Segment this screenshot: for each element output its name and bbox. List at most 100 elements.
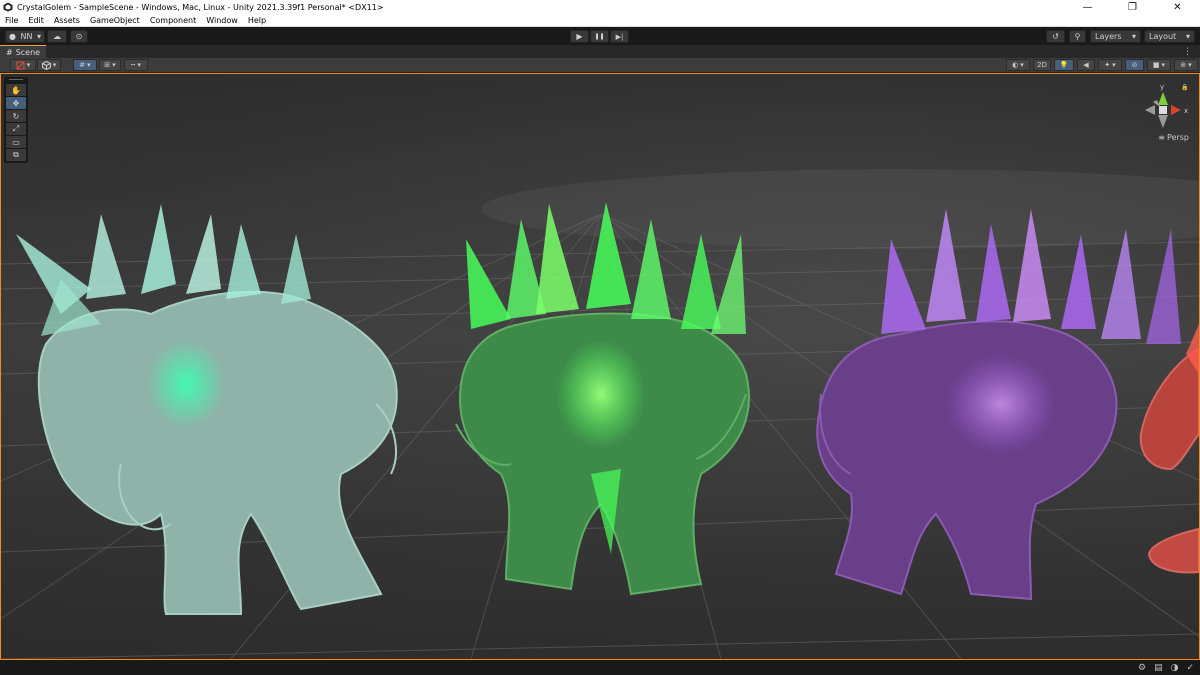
menu-window[interactable]: Window [201, 16, 243, 25]
chevron-down-icon: ▾ [1131, 32, 1136, 41]
tab-scene[interactable]: # Scene [0, 45, 47, 58]
menu-file[interactable]: File [0, 16, 23, 25]
restore-button[interactable]: ❐ [1110, 0, 1155, 14]
scene-tab-label: Scene [15, 47, 41, 57]
scale-tool[interactable]: ⤢ [6, 123, 26, 135]
snap-icon: ⊞ [104, 61, 111, 69]
scene-render [1, 74, 1199, 659]
chevron-down-icon: ▾ [1112, 61, 1116, 69]
gizmo-center-cube[interactable] [1159, 106, 1167, 114]
debug-icon[interactable]: ⚙ [1138, 663, 1146, 673]
audio-toggle[interactable]: ◀ [1077, 59, 1095, 71]
perspective-icon: ≡ [1158, 133, 1165, 142]
collab-button[interactable]: ⊙ [70, 30, 88, 43]
sphere-icon: ◐ [1012, 61, 1019, 69]
gizmo-neg-y-cone[interactable] [1158, 115, 1168, 128]
menu-bar: File Edit Assets GameObject Component Wi… [0, 14, 1200, 27]
title-bar: CrystalGolem - SampleScene - Windows, Ma… [0, 0, 1200, 14]
layout-dropdown[interactable]: Layout ▾ [1144, 30, 1195, 43]
play-button[interactable]: ▶ [570, 30, 589, 43]
rotate-icon: ↻ [12, 111, 20, 121]
chevron-down-icon: ▾ [1020, 61, 1024, 69]
draw-mode-icon [16, 61, 25, 69]
gizmo-axes: y x 🔒 [1145, 83, 1188, 128]
account-dropdown[interactable]: ● NN ▾ [5, 30, 45, 43]
effects-icon: ✦ [1104, 61, 1111, 69]
play-icon: ▶ [576, 32, 583, 41]
layout-label: Layout [1149, 32, 1177, 41]
close-button[interactable]: ✕ [1155, 0, 1200, 14]
chevron-down-icon: ▾ [1185, 32, 1190, 41]
lock-icon[interactable]: 🔒 [1181, 83, 1188, 91]
transform-icon: ⧉ [13, 150, 19, 159]
collab-icon: ⊙ [75, 32, 83, 41]
gizmo-neg-x-cone[interactable] [1145, 105, 1155, 115]
unity-logo-icon [3, 2, 13, 12]
chevron-down-icon: ▾ [112, 61, 116, 69]
menu-edit[interactable]: Edit [23, 16, 49, 25]
layers-dropdown[interactable]: Layers ▾ [1090, 30, 1141, 43]
scene-viewport[interactable]: ✋ ✥ ↻ ⤢ ▭ ⧉ y x 🔒 ≡ Persp [0, 73, 1200, 660]
chevron-down-icon: ▾ [36, 32, 41, 41]
menu-gameobject[interactable]: GameObject [85, 16, 145, 25]
lighting-toggle[interactable]: 💡 [1054, 59, 1074, 71]
bug-icon[interactable]: ✓ [1186, 663, 1194, 673]
history-icon: ↺ [1052, 32, 1059, 41]
render-mode-dropdown[interactable]: ◐ ▾ [1006, 59, 1030, 71]
toggle-2d-button[interactable]: 2D [1033, 59, 1051, 71]
projection-toggle[interactable]: ≡ Persp [1158, 133, 1189, 142]
eye-slash-icon: ⊘ [1131, 61, 1138, 69]
rect-tool[interactable]: ▭ [6, 136, 26, 148]
step-button[interactable]: ▶| [610, 30, 629, 43]
minimize-button[interactable]: — [1065, 0, 1110, 14]
undo-history-button[interactable]: ↺ [1046, 30, 1065, 43]
snap-increment-dropdown[interactable]: ⊞ ▾ [99, 59, 121, 71]
projection-label: Persp [1167, 133, 1189, 142]
effects-dropdown[interactable]: ✦ ▾ [1098, 59, 1122, 71]
cube-icon [41, 60, 51, 70]
window-title: CrystalGolem - SampleScene - Windows, Ma… [17, 2, 384, 12]
tool-palette: ✋ ✥ ↻ ⤢ ▭ ⧉ [4, 77, 28, 163]
scene-visibility-toggle[interactable]: ⊘ [1125, 59, 1144, 71]
ruler-dropdown[interactable]: ┅ ▾ [124, 59, 148, 71]
grid-snap-toggle[interactable]: # ▾ [73, 59, 97, 71]
tab-menu-icon[interactable]: ⋮ [1183, 47, 1192, 57]
chevron-down-icon: ▾ [26, 61, 31, 69]
step-icon: ▶| [615, 32, 624, 41]
gizmos-dropdown[interactable]: ⊕ ▾ [1174, 59, 1198, 71]
search-icon: ⚲ [1074, 32, 1081, 41]
gizmo-x-cone[interactable] [1171, 105, 1181, 115]
layers-label: Layers [1095, 32, 1122, 41]
hand-tool[interactable]: ✋ [6, 84, 26, 96]
status-bar: ⚙ ▤ ◑ ✓ [0, 660, 1200, 675]
camera-dropdown[interactable]: ■ ▾ [1147, 59, 1171, 71]
scene-toolbar: ▾ ▾ # ▾ ⊞ ▾ ┅ ▾ ◐ ▾ 2D 💡 ◀ ✦ ▾ ⊘ ■ ▾ ⊕ ▾ [0, 58, 1200, 73]
gizmo-y-cone[interactable] [1158, 92, 1168, 105]
move-tool[interactable]: ✥ [6, 97, 26, 109]
cloud-icon: ☁ [53, 32, 61, 41]
ruler-icon: ┅ [131, 61, 136, 69]
menu-assets[interactable]: Assets [49, 16, 85, 25]
palette-grip[interactable] [9, 79, 23, 82]
menu-component[interactable]: Component [145, 16, 201, 25]
gizmo-x-label: x [1184, 107, 1188, 115]
cloud-button[interactable]: ☁ [47, 30, 67, 43]
chevron-down-icon: ▾ [1188, 61, 1192, 69]
chevron-down-icon: ▾ [1161, 61, 1166, 69]
pause-button[interactable]: ❚❚ [590, 30, 609, 43]
speaker-icon: ◀ [1083, 61, 1089, 69]
transform-tool[interactable]: ⧉ [6, 149, 26, 161]
search-button[interactable]: ⚲ [1069, 30, 1086, 43]
gizmo-y-label: y [1160, 83, 1164, 91]
rotate-tool[interactable]: ↻ [6, 110, 26, 122]
memory-icon[interactable]: ▤ [1154, 663, 1163, 673]
shading-dropdown[interactable]: ▾ [37, 59, 61, 71]
account-label: NN [20, 32, 33, 41]
menu-help[interactable]: Help [243, 16, 271, 25]
notifications-icon[interactable]: ◑ [1171, 663, 1179, 673]
draw-mode-dropdown[interactable]: ▾ [10, 59, 36, 71]
chevron-down-icon: ▾ [137, 61, 141, 69]
lightbulb-icon: 💡 [1059, 61, 1069, 69]
scene-hash-icon: # [6, 47, 13, 57]
pause-icon: ❚❚ [594, 33, 605, 40]
